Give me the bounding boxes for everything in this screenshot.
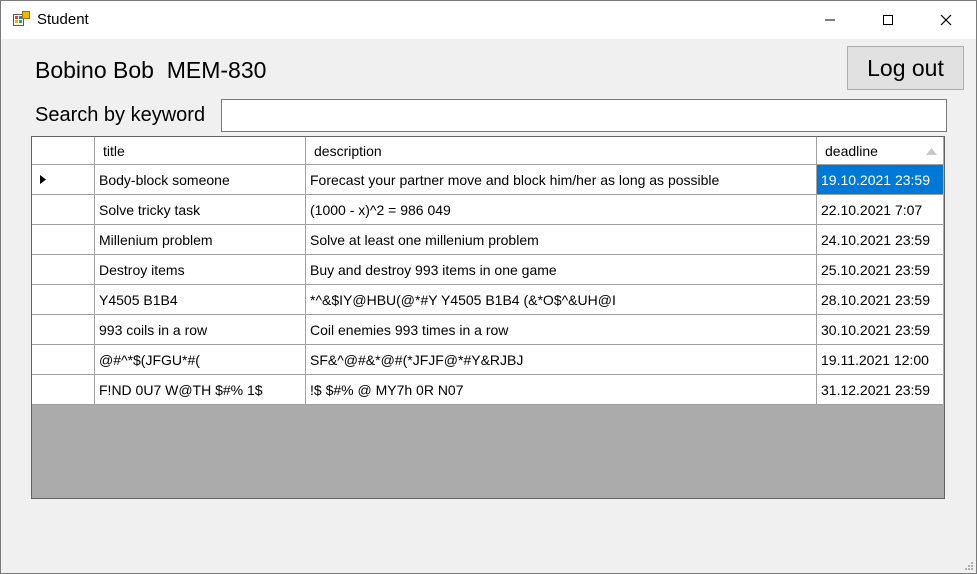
cell-description[interactable]: *^&$IY@HBU(@*#Y Y4505 B1B4 (&*O$^&UH@I (306, 285, 817, 315)
maximize-icon (883, 15, 893, 25)
close-icon (940, 14, 952, 26)
current-row-indicator-icon (40, 175, 46, 184)
student-window: Student Bobino Bob MEM-830 Log out Searc… (0, 0, 977, 574)
cell-description[interactable]: Solve at least one millenium problem (306, 225, 817, 255)
maximize-button[interactable] (859, 1, 917, 39)
table-row[interactable]: Destroy items Buy and destroy 993 items i… (32, 255, 943, 285)
assignments-grid[interactable]: title description deadline Body-block so… (31, 136, 945, 499)
table-row[interactable]: @#^*$(JFGU*#(SF&^@#&*@#(*JFJF@*#Y&RJBJ 19… (32, 345, 943, 375)
table-row[interactable]: F!ND 0U7 W@TH $#% 1$ !$ $#% @ MY7h 0R N07… (32, 375, 943, 405)
cell-deadline[interactable]: 22.10.2021 7:07 (817, 195, 943, 225)
cell-title[interactable]: Solve tricky task (95, 195, 306, 225)
row-header[interactable] (32, 375, 95, 405)
row-header[interactable] (32, 315, 95, 345)
sort-ascending-icon (926, 148, 937, 155)
resize-grip-icon[interactable] (964, 561, 974, 571)
grid-header-row: title description deadline (32, 137, 943, 167)
row-header-corner[interactable] (32, 137, 95, 165)
table-row[interactable]: Y4505 B1B4 *^&$IY@HBU(@*#Y Y4505 B1B4 (&*… (32, 285, 943, 315)
table-row[interactable]: Millenium problem Solve at least one mill… (32, 225, 943, 255)
cell-title[interactable]: 993 coils in a row (95, 315, 306, 345)
column-header-deadline-label: deadline (825, 142, 878, 159)
cell-title[interactable]: Y4505 B1B4 (95, 285, 306, 315)
column-header-description[interactable]: description (306, 137, 817, 165)
logout-button[interactable]: Log out (847, 46, 964, 90)
cell-title[interactable]: @#^*$(JFGU*#( (95, 345, 306, 375)
column-header-deadline[interactable]: deadline (817, 137, 943, 165)
cell-title[interactable]: Millenium problem (95, 225, 306, 255)
cell-description[interactable]: (1000 - x)^2 = 986 049 (306, 195, 817, 225)
cell-description[interactable]: Forecast your partner move and block him… (306, 165, 817, 195)
cell-deadline[interactable]: 25.10.2021 23:59 (817, 255, 943, 285)
cell-description[interactable]: Coil enemies 993 times in a row (306, 315, 817, 345)
minimize-icon (825, 19, 835, 21)
row-header[interactable] (32, 285, 95, 315)
cell-title[interactable]: F!ND 0U7 W@TH $#% 1$ (95, 375, 306, 405)
table-row[interactable]: Body-block someone Forecast your partner … (32, 165, 943, 195)
cell-deadline[interactable]: 19.11.2021 12:00 (817, 345, 943, 375)
app-icon (13, 11, 30, 26)
window-title: Student (37, 11, 89, 28)
cell-deadline[interactable]: 28.10.2021 23:59 (817, 285, 943, 315)
cell-title[interactable]: Body-block someone (95, 165, 306, 195)
user-name-label: Bobino Bob MEM-830 (35, 57, 267, 83)
cell-deadline[interactable]: 31.12.2021 23:59 (817, 375, 943, 405)
cell-title[interactable]: Destroy items (95, 255, 306, 285)
row-header[interactable] (32, 195, 95, 225)
cell-description[interactable]: Buy and destroy 993 items in one game (306, 255, 817, 285)
row-header[interactable] (32, 345, 95, 375)
title-bar[interactable]: Student (1, 1, 976, 39)
close-button[interactable] (917, 1, 975, 39)
column-header-title[interactable]: title (95, 137, 306, 165)
table-row[interactable]: 993 coils in a row Coil enemies 993 times… (32, 315, 943, 345)
cell-deadline[interactable]: 19.10.2021 23:59 (817, 165, 943, 195)
cell-description[interactable]: SF&^@#&*@#(*JFJF@*#Y&RJBJ (306, 345, 817, 375)
row-header[interactable] (32, 225, 95, 255)
search-input[interactable] (221, 99, 947, 132)
cell-deadline[interactable]: 30.10.2021 23:59 (817, 315, 943, 345)
cell-description[interactable]: !$ $#% @ MY7h 0R N07 (306, 375, 817, 405)
cell-deadline[interactable]: 24.10.2021 23:59 (817, 225, 943, 255)
row-header[interactable] (32, 165, 95, 195)
table-row[interactable]: Solve tricky task (1000 - x)^2 = 986 049 2… (32, 195, 943, 225)
search-label: Search by keyword (35, 104, 206, 126)
minimize-button[interactable] (801, 1, 859, 39)
row-header[interactable] (32, 255, 95, 285)
